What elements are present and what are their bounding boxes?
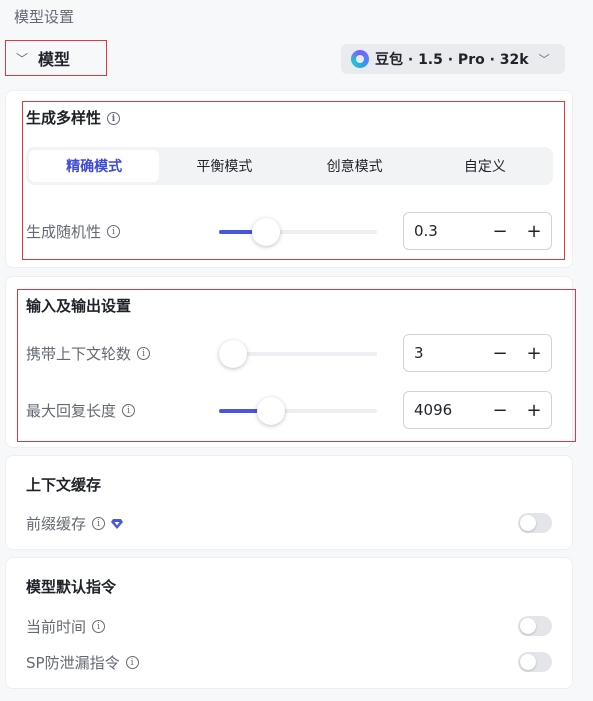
decrement-button[interactable]: −	[483, 221, 517, 242]
decrement-button[interactable]: −	[483, 400, 517, 421]
context-rounds-slider[interactable]	[219, 339, 377, 369]
premium-gem-icon	[111, 518, 124, 529]
increment-button[interactable]: +	[517, 343, 551, 364]
tab-balanced[interactable]: 平衡模式	[159, 150, 289, 182]
io-title: 输入及输出设置	[26, 297, 132, 315]
sp-leak-toggle[interactable]	[518, 652, 552, 672]
decrement-button[interactable]: −	[483, 343, 517, 364]
stepper-value[interactable]: 4096	[404, 401, 483, 419]
section-title: 模型设置	[14, 8, 75, 26]
randomness-label-text: 生成随机性	[26, 223, 102, 241]
chevron-down-icon: ﹀	[16, 51, 29, 66]
context-rounds-label-text: 携带上下文轮数	[26, 345, 132, 363]
slider-handle[interactable]	[219, 340, 247, 368]
doubao-logo-icon	[351, 50, 369, 68]
default-prompt-title: 模型默认指令	[26, 578, 117, 596]
chevron-down-icon: ﹀	[538, 53, 550, 66]
max-reply-label: 最大回复长度 i	[26, 400, 136, 421]
info-icon[interactable]: i	[107, 225, 121, 238]
randomness-label: 生成随机性 i	[26, 221, 121, 242]
model-toggle-label: 模型	[38, 50, 71, 69]
info-icon[interactable]: i	[92, 620, 106, 633]
context-rounds-label: 携带上下文轮数 i	[26, 343, 151, 364]
sp-leak-label-text: SP防泄漏指令	[26, 654, 120, 672]
cache-card	[5, 455, 573, 550]
sp-leak-label: SP防泄漏指令 i	[26, 652, 139, 673]
diversity-tabs: 精确模式 平衡模式 创意模式 自定义	[26, 147, 553, 185]
max-reply-slider[interactable]	[219, 396, 377, 426]
tab-creative[interactable]: 创意模式	[290, 150, 420, 182]
increment-button[interactable]: +	[517, 221, 551, 242]
current-time-label-text: 当前时间	[26, 618, 87, 636]
max-reply-stepper[interactable]: 4096 − +	[403, 391, 552, 429]
model-select[interactable]: 豆包 · 1.5 · Pro · 32k ﹀	[341, 44, 565, 74]
context-rounds-stepper[interactable]: 3 − +	[403, 334, 552, 372]
slider-handle[interactable]	[252, 218, 281, 246]
increment-button[interactable]: +	[517, 400, 551, 421]
model-name: 豆包 · 1.5 · Pro · 32k	[375, 52, 529, 68]
diversity-title: 生成多样性 i	[26, 107, 121, 128]
info-icon[interactable]: i	[125, 656, 139, 669]
prefix-cache-toggle[interactable]	[518, 513, 552, 533]
tab-custom[interactable]: 自定义	[420, 150, 550, 182]
slider-handle[interactable]	[257, 397, 286, 425]
cache-title: 上下文缓存	[26, 476, 102, 494]
diversity-title-text: 生成多样性	[26, 109, 102, 127]
prefix-cache-label-text: 前缀缓存	[26, 515, 87, 533]
info-icon[interactable]: i	[92, 517, 106, 530]
prefix-cache-label: 前缀缓存 i	[26, 513, 124, 534]
model-collapse-toggle[interactable]: ﹀ 模型	[5, 40, 107, 76]
randomness-slider[interactable]	[219, 217, 377, 247]
current-time-label: 当前时间 i	[26, 616, 106, 637]
stepper-value[interactable]: 0.3	[404, 222, 483, 240]
tab-precise[interactable]: 精确模式	[29, 150, 160, 182]
info-icon[interactable]: i	[137, 347, 151, 360]
current-time-toggle[interactable]	[518, 616, 552, 636]
stepper-value[interactable]: 3	[404, 344, 483, 362]
randomness-stepper[interactable]: 0.3 − +	[403, 212, 552, 250]
info-icon[interactable]: i	[107, 112, 121, 125]
max-reply-label-text: 最大回复长度	[26, 402, 117, 420]
info-icon[interactable]: i	[122, 404, 136, 417]
